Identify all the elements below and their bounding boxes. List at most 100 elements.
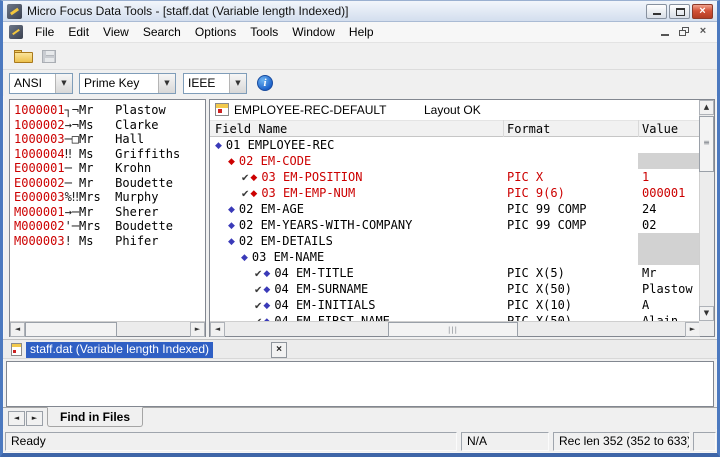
minimize-button[interactable] — [646, 4, 667, 19]
scroll-right-button[interactable]: ► — [190, 322, 205, 337]
field-name-cell: ◆ 01 EMPLOYEE-REC — [210, 137, 503, 153]
menu-item-file[interactable]: File — [28, 23, 61, 41]
info-button[interactable]: i — [257, 75, 273, 91]
field-format-cell: PIC X(10) — [507, 297, 634, 313]
layout-vscrollbar[interactable]: ▲ ≡ ▼ — [699, 100, 714, 321]
menu-item-window[interactable]: Window — [285, 23, 342, 41]
field-value-cell: A — [638, 297, 699, 313]
field-row[interactable]: ◆02 EM-YEARS-WITH-COMPANYPIC 99 COMP02 — [210, 217, 699, 233]
column-field-name[interactable]: Field Name — [215, 122, 287, 136]
field-row[interactable]: ✔◆04 EM-FIRST-NAMEPIC X(50)Alain — [210, 313, 699, 321]
diamond-icon: ◆ — [241, 253, 248, 263]
field-row[interactable]: ◆02 EM-DETAILS — [210, 233, 699, 249]
close-icon: × — [693, 5, 712, 18]
open-file-button[interactable] — [14, 50, 33, 63]
menu-item-options[interactable]: Options — [188, 23, 243, 41]
float-format-combo-dropdown[interactable]: ▼ — [229, 74, 246, 93]
record-row[interactable]: M000002'─Mrs Boudette — [14, 219, 204, 234]
record-row[interactable]: M000003! Ms Phifer — [14, 234, 204, 249]
field-row[interactable]: ✔◆04 EM-INITIALSPIC X(10)A — [210, 297, 699, 313]
record-key: E000001 — [14, 161, 65, 175]
record-row[interactable]: 1000004‼ Ms Griffiths — [14, 147, 204, 162]
maximize-button[interactable] — [669, 4, 690, 19]
vscroll-thumb[interactable]: ≡ — [699, 116, 714, 172]
close-file-button[interactable]: × — [271, 342, 287, 358]
status-bar: Ready N/A Rec len 352 (352 to 633) — [3, 431, 717, 452]
menu-item-help[interactable]: Help — [342, 23, 381, 41]
app-window: Micro Focus Data Tools - [staff.dat (Var… — [0, 0, 720, 457]
scroll-right-button[interactable]: ► — [685, 322, 700, 337]
column-format[interactable]: Format — [507, 122, 550, 136]
diamond-icon: ◆ — [228, 205, 235, 215]
mdi-close-button[interactable]: × — [694, 24, 712, 40]
menu-item-tools[interactable]: Tools — [243, 23, 285, 41]
mdi-restore-button[interactable] — [675, 24, 693, 40]
hscroll-thumb[interactable]: ||| — [388, 322, 518, 337]
find-results-panel[interactable] — [6, 361, 714, 407]
file-toolbar — [3, 43, 717, 70]
record-text: Mr Hall — [79, 132, 144, 146]
key-combo-dropdown[interactable]: ▼ — [158, 74, 175, 93]
tab-find-in-files[interactable]: Find in Files — [47, 407, 143, 427]
record-text: Mr Sherer — [79, 205, 158, 219]
tab-scroll-right-button[interactable]: ► — [26, 411, 43, 426]
diamond-icon: ◆ — [215, 141, 222, 151]
document-icon[interactable] — [9, 25, 23, 39]
charset-combo-dropdown[interactable]: ▼ — [55, 74, 72, 93]
menu-item-search[interactable]: Search — [136, 23, 188, 41]
field-row[interactable]: ✔◆04 EM-TITLEPIC X(5)Mr — [210, 265, 699, 281]
restore-icon-front — [679, 30, 686, 36]
minimize-icon — [661, 34, 669, 36]
tab-scroll-left-button[interactable]: ◄ — [8, 411, 25, 426]
field-row[interactable]: ◆02 EM-CODE — [210, 153, 699, 169]
record-layout-icon — [215, 103, 229, 116]
field-row[interactable]: ◆03 EM-NAME — [210, 249, 699, 265]
field-row[interactable]: ✔◆03 EM-EMP-NUMPIC 9(6)000001 — [210, 185, 699, 201]
record-row[interactable]: E000003%‼Mrs Murphy — [14, 190, 204, 205]
field-row[interactable]: ◆ 01 EMPLOYEE-REC — [210, 137, 699, 153]
diamond-icon: ◆ — [250, 173, 257, 183]
open-file-tab[interactable]: staff.dat (Variable length Indexed) — [26, 342, 213, 358]
field-name: 04 EM-TITLE — [274, 266, 353, 280]
scroll-up-button[interactable]: ▲ — [699, 100, 714, 115]
floppy-label — [45, 58, 54, 62]
close-button[interactable]: × — [692, 4, 713, 19]
key-combo[interactable]: Prime Key ▼ — [79, 73, 176, 94]
record-row[interactable]: 1000002→¬Ms Clarke — [14, 118, 204, 133]
check-diamond-red-icon: ✔◆ — [241, 169, 257, 185]
title-bar: Micro Focus Data Tools - [staff.dat (Var… — [3, 1, 717, 22]
column-value[interactable]: Value — [642, 122, 678, 136]
record-ctrl-bytes: '─ — [65, 219, 79, 233]
record-row[interactable]: M000001→─Mr Sherer — [14, 205, 204, 220]
field-name: 01 EMPLOYEE-REC — [226, 138, 334, 152]
hscroll-thumb[interactable] — [25, 322, 117, 337]
scroll-down-button[interactable]: ▼ — [699, 306, 714, 321]
mdi-window-controls: × — [656, 24, 712, 40]
field-row[interactable]: ✔◆03 EM-POSITIONPIC X1 — [210, 169, 699, 185]
record-ctrl-bytes: %‼ — [65, 190, 79, 204]
output-tab-strip: ◄ ► Find in Files — [3, 407, 717, 429]
record-ctrl-bytes: →¬ — [65, 118, 79, 132]
menu-bar: FileEditViewSearchOptionsToolsWindowHelp… — [3, 22, 717, 43]
record-ctrl-bytes: →─ — [65, 205, 79, 219]
field-row[interactable]: ◆02 EM-AGEPIC 99 COMP24 — [210, 201, 699, 217]
record-row[interactable]: E000002─ Mr Boudette — [14, 176, 204, 191]
record-row[interactable]: 1000001┐¬Mr Plastow — [14, 103, 204, 118]
layout-hscrollbar[interactable]: ◄ ||| ► — [210, 321, 700, 336]
mdi-minimize-button[interactable] — [656, 24, 674, 40]
record-row[interactable]: 1000003─□Mr Hall — [14, 132, 204, 147]
menu-item-edit[interactable]: Edit — [61, 23, 96, 41]
record-list-hscrollbar[interactable]: ◄ ► — [10, 321, 205, 336]
scroll-left-button[interactable]: ◄ — [210, 322, 225, 337]
record-row[interactable]: E000001─ Mr Krohn — [14, 161, 204, 176]
check-diamond-blue-icon: ✔◆ — [254, 313, 270, 321]
float-format-combo[interactable]: IEEE ▼ — [183, 73, 247, 94]
field-value-cell: 24 — [638, 201, 699, 217]
charset-combo[interactable]: ANSI ▼ — [9, 73, 73, 94]
menu-item-view[interactable]: View — [96, 23, 136, 41]
field-row[interactable]: ✔◆04 EM-SURNAMEPIC X(50)Plastow — [210, 281, 699, 297]
scroll-left-button[interactable]: ◄ — [10, 322, 25, 337]
save-button[interactable] — [42, 50, 56, 63]
field-name: 04 EM-SURNAME — [274, 282, 368, 296]
field-value-cell: 02 — [638, 217, 699, 233]
